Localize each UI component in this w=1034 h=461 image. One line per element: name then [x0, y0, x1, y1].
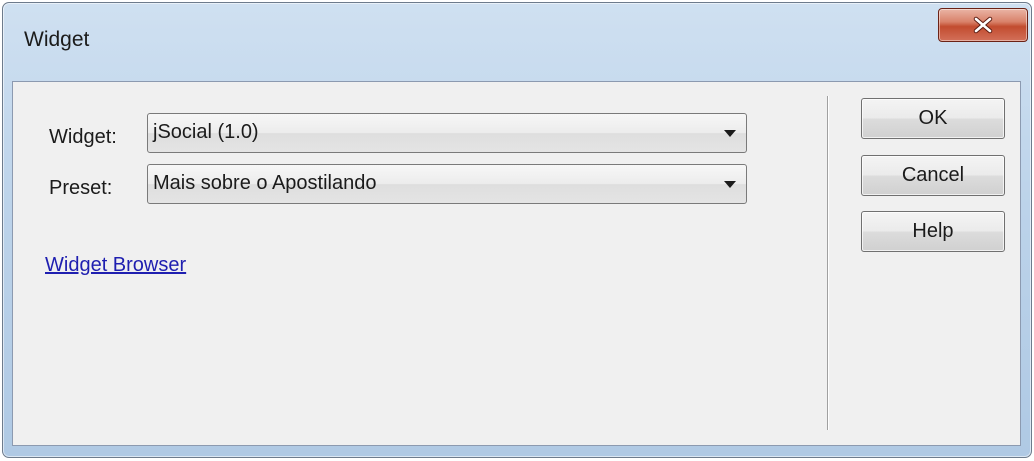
- close-button[interactable]: [938, 8, 1028, 42]
- vertical-divider: [827, 96, 829, 430]
- ok-button[interactable]: OK: [861, 98, 1005, 139]
- preset-label: Preset:: [49, 177, 113, 199]
- widget-label: Widget:: [49, 126, 117, 148]
- dialog-body: Widget: jSocial (1.0) Preset: Mais sobre…: [12, 81, 1021, 446]
- widget-browser-link[interactable]: Widget Browser: [45, 254, 186, 277]
- preset-select-value: Mais sobre o Apostilando: [153, 172, 377, 194]
- dialog-window: Widget Widget: jSocial (1.0) Preset: Mai…: [2, 2, 1032, 458]
- preset-select[interactable]: Mais sobre o Apostilando: [147, 164, 747, 204]
- help-button[interactable]: Help: [861, 211, 1005, 252]
- widget-select[interactable]: jSocial (1.0): [147, 113, 747, 153]
- chevron-down-icon: [724, 181, 736, 188]
- chevron-down-icon: [724, 130, 736, 137]
- title-bar[interactable]: Widget: [3, 3, 1031, 81]
- close-icon: [973, 16, 993, 34]
- cancel-button[interactable]: Cancel: [861, 155, 1005, 196]
- window-title: Widget: [24, 28, 90, 51]
- widget-select-value: jSocial (1.0): [153, 121, 259, 143]
